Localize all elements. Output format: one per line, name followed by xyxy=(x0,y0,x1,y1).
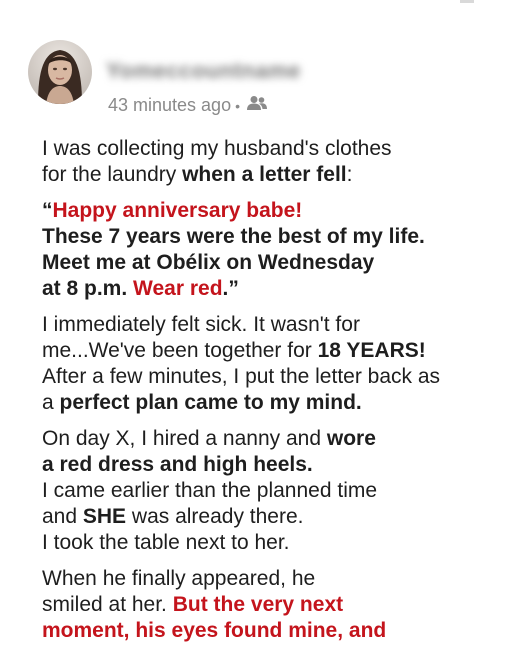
post-header: Yomeccountname 43 minutes ago • xyxy=(28,40,498,130)
avatar-portrait-icon xyxy=(38,50,82,104)
text-span: was already there. xyxy=(126,505,304,528)
text-line: I took the table next to her. xyxy=(42,531,290,554)
quote-mark: “ xyxy=(42,199,53,222)
text-line: me...We've been together for 18 YEARS! xyxy=(42,338,492,364)
text-span: for the laundry xyxy=(42,163,183,186)
text-span: and xyxy=(42,505,83,528)
text-line: On day X, I hired a nanny and wore xyxy=(42,426,492,452)
separator-dot: • xyxy=(235,97,240,114)
text-line: moment, his eyes found mine, and xyxy=(42,619,387,642)
text-line: “Happy anniversary babe! xyxy=(42,198,492,224)
text-line: When he finally appeared, he xyxy=(42,567,316,590)
red-text: Wear red xyxy=(133,277,223,300)
text-line: a red dress and high heels. xyxy=(42,453,313,476)
paragraph-4: On day X, I hired a nanny and wore a red… xyxy=(42,426,492,556)
bold-text: when a letter fell xyxy=(182,163,347,186)
text-line: These 7 years were the best of my life. xyxy=(42,225,425,248)
paragraph-3: I immediately felt sick. It wasn't for m… xyxy=(42,312,492,416)
text-line: a perfect plan came to my mind. xyxy=(42,390,492,416)
text-line: for the laundry when a letter fell: xyxy=(42,162,492,188)
avatar[interactable] xyxy=(28,40,92,104)
friends-icon[interactable] xyxy=(246,95,268,116)
red-text: But the very next xyxy=(172,593,344,616)
bold-text: SHE xyxy=(82,505,127,528)
text-span: : xyxy=(346,163,353,186)
text-line: I came earlier than the planned time xyxy=(42,479,378,502)
text-line: I immediately felt sick. It wasn't for xyxy=(42,313,360,336)
text-span: On day X, I hired a nanny and xyxy=(42,427,327,450)
bold-text: wore xyxy=(326,427,376,450)
timestamp[interactable]: 43 minutes ago xyxy=(108,95,231,116)
text-line: smiled at her. But the very next xyxy=(42,592,492,618)
red-text: Happy anniversary babe! xyxy=(52,199,303,222)
letter-quote: “Happy anniversary babe! These 7 years w… xyxy=(42,198,492,302)
text-span: smiled at her. xyxy=(42,593,173,616)
text-span: at 8 p.m. xyxy=(42,277,134,300)
top-edge-mark xyxy=(460,0,474,3)
text-line: I was collecting my husband's clothes xyxy=(42,137,392,160)
post-meta: 43 minutes ago • xyxy=(108,95,268,116)
quote-mark: .” xyxy=(222,277,239,300)
post-body: I was collecting my husband's clothes fo… xyxy=(42,136,492,654)
text-span: me...We've been together for xyxy=(42,339,318,362)
author-name[interactable]: Yomeccountname xyxy=(106,58,301,84)
text-line: After a few minutes, I put the letter ba… xyxy=(42,365,441,388)
paragraph-1: I was collecting my husband's clothes fo… xyxy=(42,136,492,188)
text-line: at 8 p.m. Wear red.” xyxy=(42,276,492,302)
text-line: and SHE was already there. xyxy=(42,504,492,530)
bold-text: 18 YEARS! xyxy=(317,339,426,362)
paragraph-5: When he finally appeared, he smiled at h… xyxy=(42,566,492,644)
bold-text: perfect plan came to my mind. xyxy=(59,391,362,414)
text-span: a xyxy=(42,391,60,414)
text-line: Meet me at Obélix on Wednesday xyxy=(42,251,375,274)
